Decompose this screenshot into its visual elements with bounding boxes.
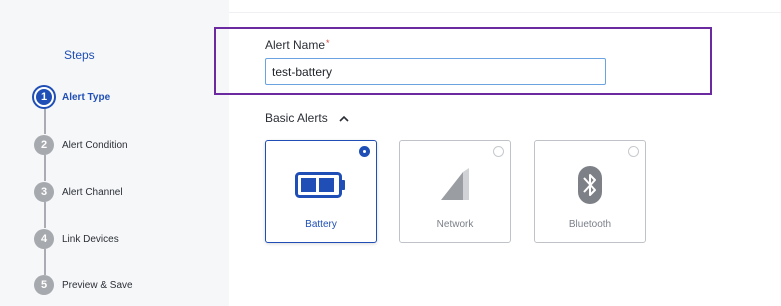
alert-name-input[interactable] <box>265 58 606 85</box>
step-label: Alert Condition <box>62 139 128 151</box>
required-mark: * <box>326 38 330 48</box>
step-alert-channel[interactable]: 3 Alert Channel <box>34 181 123 203</box>
card-label: Battery <box>305 219 337 230</box>
radio-unselected[interactable] <box>628 146 639 157</box>
bluetooth-icon <box>535 166 645 204</box>
alert-name-label-text: Alert Name <box>265 38 326 52</box>
basic-alerts-title: Basic Alerts <box>265 111 328 125</box>
step-number: 1 <box>34 87 54 107</box>
alert-name-label: Alert Name* <box>265 38 330 52</box>
alert-card-network[interactable]: Network <box>399 140 511 243</box>
basic-alerts-toggle[interactable]: Basic Alerts <box>265 111 350 125</box>
step-alert-type[interactable]: 1 Alert Type <box>34 86 110 108</box>
card-label: Bluetooth <box>568 219 612 230</box>
steps-sidebar: Steps 1 Alert Type 2 Alert Condition 3 A… <box>0 0 229 306</box>
alert-card-battery[interactable]: Battery <box>265 140 377 243</box>
battery-icon <box>266 167 376 203</box>
step-number: 3 <box>34 182 54 202</box>
step-label: Alert Channel <box>62 186 123 198</box>
step-connector <box>44 108 46 134</box>
step-label: Preview & Save <box>62 279 133 291</box>
step-connector <box>44 202 46 228</box>
network-signal-icon <box>400 167 510 203</box>
alert-card-bluetooth[interactable]: Bluetooth <box>534 140 646 243</box>
steps-title: Steps <box>64 48 95 62</box>
step-alert-condition[interactable]: 2 Alert Condition <box>34 134 128 156</box>
radio-selected[interactable] <box>359 146 370 157</box>
step-number: 2 <box>34 135 54 155</box>
card-label: Network <box>436 219 474 230</box>
step-link-devices[interactable]: 4 Link Devices <box>34 228 119 250</box>
step-preview-save[interactable]: 5 Preview & Save <box>34 274 133 296</box>
step-connector <box>44 155 46 181</box>
create-alert-page: Steps 1 Alert Type 2 Alert Condition 3 A… <box>0 0 781 306</box>
radio-unselected[interactable] <box>493 146 504 157</box>
divider <box>229 12 781 13</box>
step-number: 4 <box>34 229 54 249</box>
step-number: 5 <box>34 275 54 295</box>
chevron-up-icon <box>338 112 350 124</box>
step-connector <box>44 249 46 275</box>
step-label: Link Devices <box>62 233 119 245</box>
step-label: Alert Type <box>62 91 111 103</box>
